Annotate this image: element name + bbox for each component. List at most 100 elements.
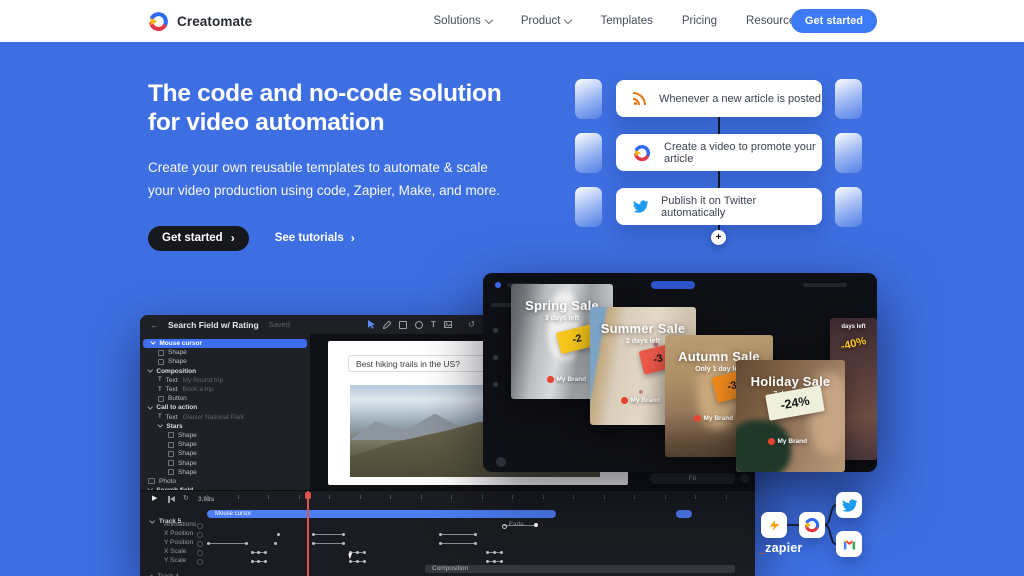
zoom-fit-pill[interactable]: Fit bbox=[650, 473, 735, 484]
keyframe-dot[interactable] bbox=[439, 533, 442, 536]
composition-clip[interactable]: Composition bbox=[425, 565, 735, 573]
keyframe-dot[interactable] bbox=[502, 524, 507, 529]
sale-card-holiday[interactable]: Holiday Sale7 days left-24%My Brand bbox=[736, 360, 845, 472]
layer-row-mouse-cursor[interactable]: Mouse cursor bbox=[143, 339, 307, 348]
layer-row-text[interactable]: TTextMy Round trip bbox=[140, 376, 310, 385]
keyframe-dot[interactable] bbox=[500, 560, 503, 563]
play-button[interactable]: ▶ bbox=[152, 495, 157, 502]
mouse-cursor-clip[interactable]: Mouse cursor bbox=[207, 510, 556, 518]
ghost-card bbox=[575, 79, 602, 119]
ruler-tick bbox=[207, 495, 208, 499]
ghost-card bbox=[835, 133, 862, 173]
keyframe-dot[interactable] bbox=[245, 542, 248, 545]
keyframe-dot[interactable] bbox=[474, 533, 477, 536]
zapier-tile[interactable] bbox=[761, 512, 787, 538]
layer-row-shape[interactable]: Shape bbox=[140, 357, 310, 366]
get-started-button[interactable]: Get started bbox=[791, 9, 877, 33]
layer-row-shape[interactable]: Shape bbox=[140, 449, 310, 458]
create-button-blur[interactable] bbox=[651, 281, 695, 289]
brand-label: My Brand bbox=[778, 438, 808, 445]
layer-row-text[interactable]: TTextGlacier National Park bbox=[140, 413, 310, 422]
shape-icon bbox=[158, 396, 164, 402]
keyframe-dot[interactable] bbox=[486, 560, 489, 563]
playhead-handle[interactable] bbox=[305, 492, 311, 499]
row-label-x-scale: X Scale bbox=[164, 548, 186, 555]
keyframe-dot[interactable] bbox=[439, 542, 442, 545]
layer-row-shape[interactable]: Shape bbox=[140, 468, 310, 477]
nav-item-product[interactable]: Product bbox=[521, 15, 572, 27]
keyframe-dot[interactable] bbox=[363, 551, 366, 554]
keyframe-dot[interactable] bbox=[251, 551, 254, 554]
layer-label: Shape bbox=[178, 460, 197, 467]
keyframe-dot[interactable] bbox=[257, 551, 260, 554]
keyframe-dot[interactable] bbox=[312, 542, 315, 545]
keyframe-dot[interactable] bbox=[500, 551, 503, 554]
text-icon[interactable]: T bbox=[431, 321, 436, 329]
rect-icon[interactable] bbox=[399, 321, 407, 329]
creatomate-tile[interactable] bbox=[799, 512, 825, 538]
nav-item-solutions[interactable]: Solutions bbox=[434, 15, 492, 27]
skip-start-button[interactable] bbox=[168, 496, 175, 503]
nav-item-templates[interactable]: Templates bbox=[600, 15, 652, 27]
workflow-step-card[interactable]: Create a video to promote your article bbox=[616, 134, 822, 171]
layer-label: Shape bbox=[168, 358, 187, 365]
layer-row-shape[interactable]: Shape bbox=[140, 431, 310, 440]
keyframe-dot[interactable] bbox=[251, 560, 254, 563]
keyframe-dot[interactable] bbox=[207, 542, 210, 545]
twitter-tile[interactable] bbox=[836, 492, 862, 518]
loop-button[interactable]: ↻ bbox=[183, 495, 189, 502]
cursor-icon[interactable] bbox=[368, 320, 375, 329]
pen-icon[interactable] bbox=[383, 321, 391, 329]
keyframe-dot[interactable] bbox=[363, 560, 366, 563]
keyframe-dot[interactable] bbox=[342, 533, 345, 536]
keyframe-dot[interactable] bbox=[274, 542, 277, 545]
layer-row-text[interactable]: TTextBook a trip bbox=[140, 385, 310, 394]
workflow-step-card[interactable]: Whenever a new article is posted bbox=[616, 80, 822, 117]
keyframe-line bbox=[440, 543, 475, 544]
workflow-step-card[interactable]: Publish it on Twitter automatically bbox=[616, 188, 822, 225]
gmail-tile[interactable] bbox=[836, 531, 862, 557]
keyframe-dot[interactable] bbox=[534, 523, 538, 527]
playhead[interactable] bbox=[307, 491, 309, 576]
avatar[interactable] bbox=[496, 457, 506, 467]
keyframe-dot[interactable] bbox=[493, 551, 496, 554]
keyframe-dot[interactable] bbox=[264, 551, 267, 554]
layer-row-shape[interactable]: Shape bbox=[140, 440, 310, 449]
hero-section: The code and no-code solutionfor video a… bbox=[148, 80, 528, 251]
keyframe-dot[interactable] bbox=[486, 551, 489, 554]
keyframe-dot[interactable] bbox=[474, 542, 477, 545]
help-button[interactable] bbox=[740, 474, 749, 483]
see-tutorials-link[interactable]: See tutorials › bbox=[275, 232, 355, 244]
layer-row-shape[interactable]: Shape bbox=[140, 458, 310, 467]
workflow-connector bbox=[718, 117, 720, 134]
track4-row[interactable]: Track 4 bbox=[150, 565, 179, 576]
layer-row-stars[interactable]: Stars bbox=[140, 422, 310, 431]
nav-item-pricing[interactable]: Pricing bbox=[682, 15, 717, 27]
layer-label: Button bbox=[168, 395, 187, 402]
layer-row-shape[interactable]: Shape bbox=[140, 348, 310, 357]
keyframe-dot[interactable] bbox=[349, 560, 352, 563]
back-arrow-icon[interactable]: ← bbox=[150, 320, 159, 330]
undo-icon[interactable]: ↺ bbox=[468, 320, 475, 329]
layer-row-button[interactable]: Button bbox=[140, 394, 310, 403]
clip-fragment[interactable] bbox=[676, 510, 692, 518]
brand[interactable]: Creatomate bbox=[148, 0, 252, 42]
hero-get-started-button[interactable]: Get started › bbox=[148, 226, 249, 251]
keyframe-dot[interactable] bbox=[257, 560, 260, 563]
add-step-button[interactable]: + bbox=[711, 230, 726, 245]
keyframe-dot[interactable] bbox=[356, 560, 359, 563]
keyframe-dot[interactable] bbox=[342, 542, 345, 545]
keyframe-dot[interactable] bbox=[312, 533, 315, 536]
keyframe-dot[interactable] bbox=[264, 560, 267, 563]
row-label-animations: Animations bbox=[164, 521, 196, 528]
rss-icon bbox=[633, 92, 646, 105]
ruler-tick bbox=[634, 495, 635, 499]
ellipse-icon[interactable] bbox=[415, 321, 423, 329]
layer-row-composition[interactable]: Composition bbox=[140, 367, 310, 376]
layer-row-photo[interactable]: Photo bbox=[140, 477, 310, 486]
keyframe-dot[interactable] bbox=[356, 551, 359, 554]
keyframe-dot[interactable] bbox=[493, 560, 496, 563]
keyframe-dot[interactable] bbox=[277, 533, 280, 536]
layer-row-call-to-action[interactable]: Call to action bbox=[140, 403, 310, 412]
image-icon[interactable] bbox=[444, 321, 452, 328]
